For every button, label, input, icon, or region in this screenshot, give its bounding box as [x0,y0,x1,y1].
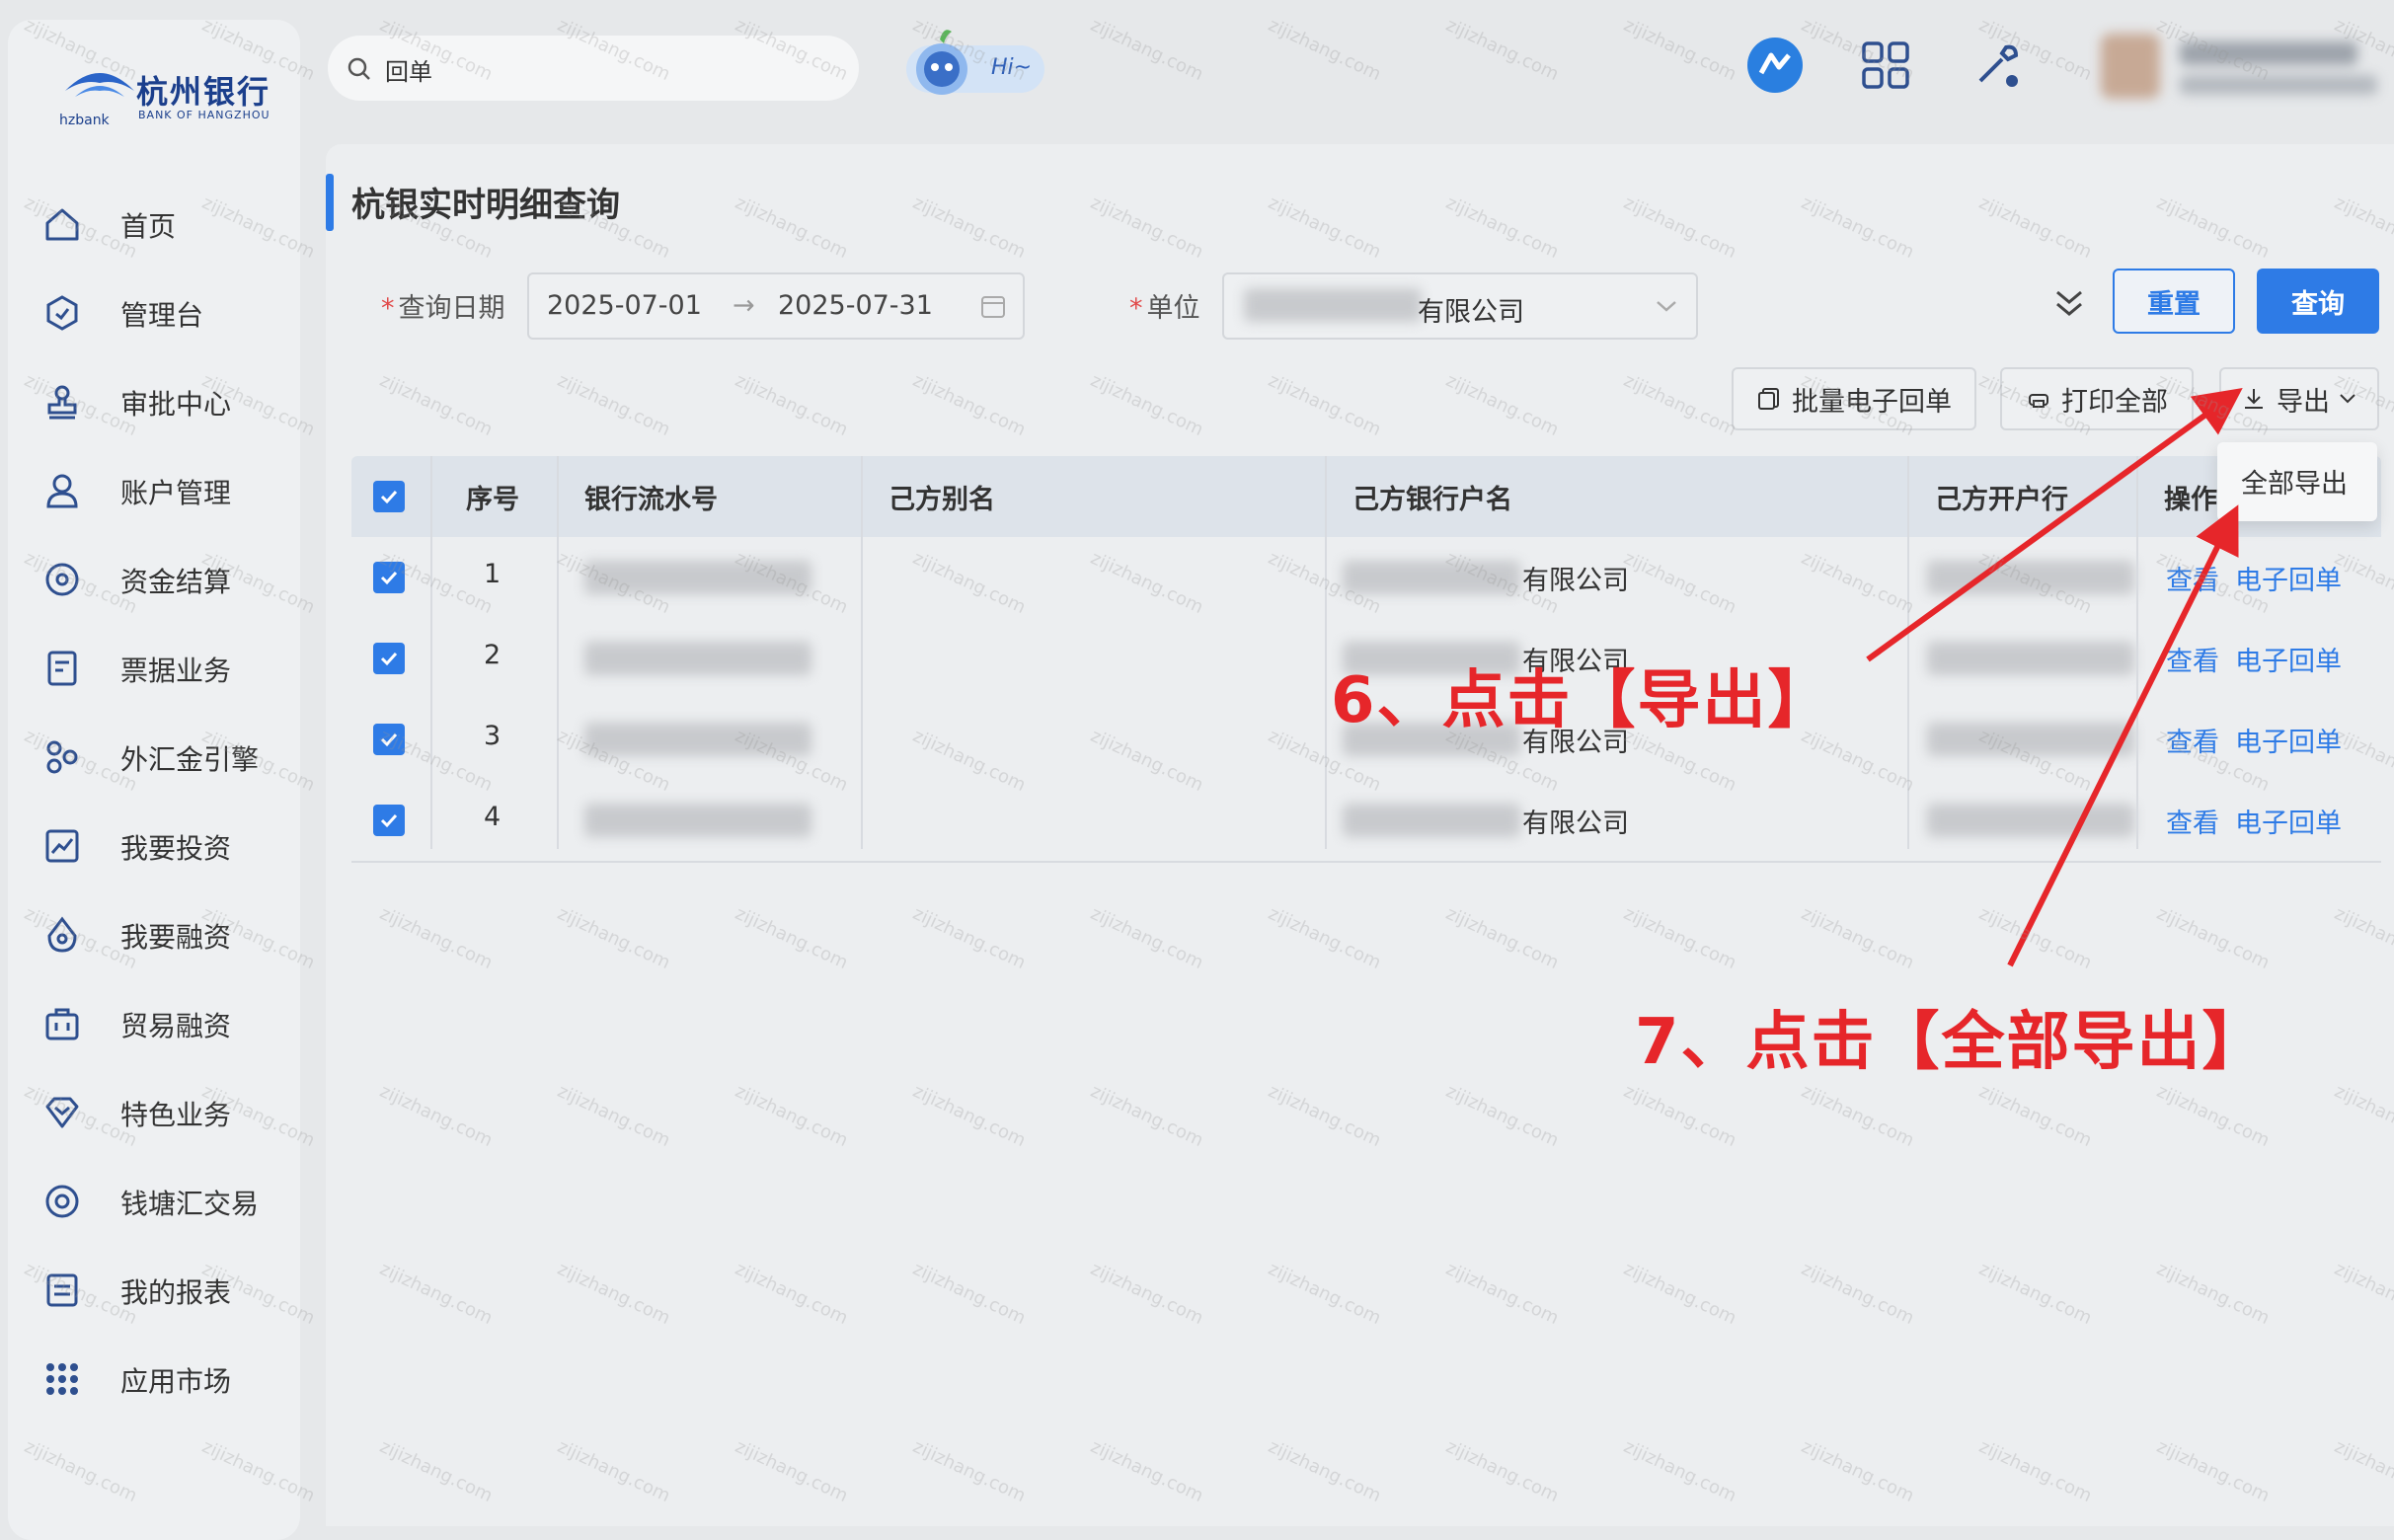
arrow-to-export-all [2007,504,2239,967]
step6-annotation: 6、点击【导出】 [1331,664,1833,737]
step7-annotation: 7、点击【全部导出】 [1635,1006,2268,1079]
annotation-arrows [1866,387,2243,967]
